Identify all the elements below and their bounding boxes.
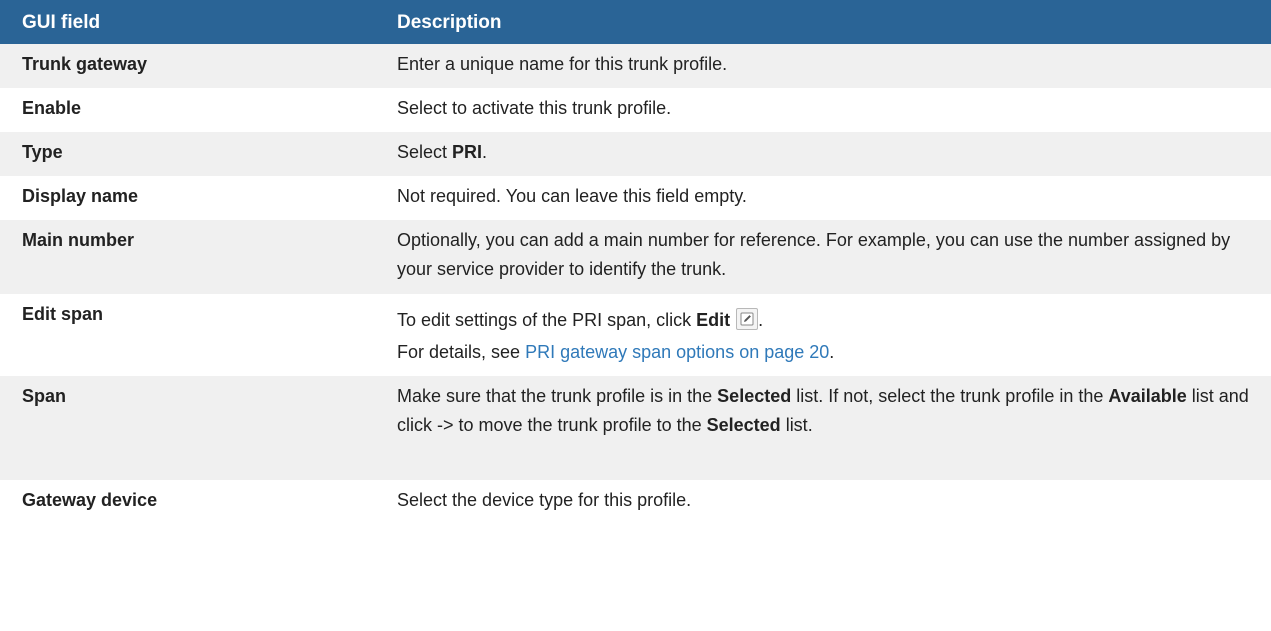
table-row: Trunk gateway Enter a unique name for th… bbox=[0, 44, 1271, 88]
field-description: To edit settings of the PRI span, click … bbox=[397, 294, 1271, 376]
field-name: Display name bbox=[22, 186, 139, 206]
field-name: Enable bbox=[22, 98, 82, 118]
table-row: Span Make sure that the trunk profile is… bbox=[0, 376, 1271, 480]
field-description: Select the device type for this profile. bbox=[397, 490, 692, 510]
desc-text: list. If not, select the trunk profile i… bbox=[791, 386, 1109, 406]
desc-text: list. bbox=[780, 415, 813, 435]
desc-text: Select bbox=[397, 142, 453, 162]
edit-icon[interactable] bbox=[736, 308, 759, 330]
field-description: Not required. You can leave this field e… bbox=[397, 186, 747, 206]
field-name: Edit span bbox=[22, 304, 104, 324]
field-name: Span bbox=[22, 386, 67, 406]
table-header: GUI field Description bbox=[0, 0, 1271, 44]
desc-bold: Selected bbox=[717, 386, 792, 406]
desc-text: . bbox=[829, 342, 835, 362]
desc-line: For details, see PRI gateway span option… bbox=[397, 338, 1257, 367]
table-row: Gateway device Select the device type fo… bbox=[0, 480, 1271, 518]
table-row: Edit span To edit settings of the PRI sp… bbox=[0, 294, 1271, 376]
table-row: Type Select PRI. bbox=[0, 132, 1271, 176]
desc-bold: PRI bbox=[452, 142, 483, 162]
desc-text: . bbox=[758, 310, 764, 330]
field-description: Select to activate this trunk profile. bbox=[397, 98, 672, 118]
field-name: Type bbox=[22, 142, 63, 162]
gui-field-table: GUI field Description Trunk gateway Ente… bbox=[0, 0, 1271, 518]
table-row: Main number Optionally, you can add a ma… bbox=[0, 220, 1271, 294]
field-description: Select PRI. bbox=[397, 132, 1271, 176]
header-gui-field: GUI field bbox=[22, 11, 101, 33]
desc-text: . bbox=[482, 142, 488, 162]
desc-text: To edit settings of the PRI span, click bbox=[397, 310, 697, 330]
desc-line: To edit settings of the PRI span, click … bbox=[397, 306, 1257, 335]
field-description: Optionally, you can add a main number fo… bbox=[397, 230, 1231, 279]
table-row: Display name Not required. You can leave… bbox=[0, 176, 1271, 220]
desc-text: For details, see bbox=[397, 342, 526, 362]
desc-bold: Available bbox=[1108, 386, 1187, 406]
field-description: Make sure that the trunk profile is in t… bbox=[397, 376, 1271, 480]
header-description: Description bbox=[397, 11, 502, 33]
desc-bold: Selected bbox=[706, 415, 781, 435]
field-name: Gateway device bbox=[22, 490, 158, 510]
desc-bold: Edit bbox=[696, 310, 731, 330]
desc-text: Make sure that the trunk profile is in t… bbox=[397, 386, 718, 406]
field-description: Enter a unique name for this trunk profi… bbox=[397, 54, 728, 74]
field-name: Trunk gateway bbox=[22, 54, 148, 74]
table-row: Enable Select to activate this trunk pro… bbox=[0, 88, 1271, 132]
span-options-link[interactable]: PRI gateway span options on page 20 bbox=[525, 342, 829, 362]
field-name: Main number bbox=[22, 230, 135, 250]
